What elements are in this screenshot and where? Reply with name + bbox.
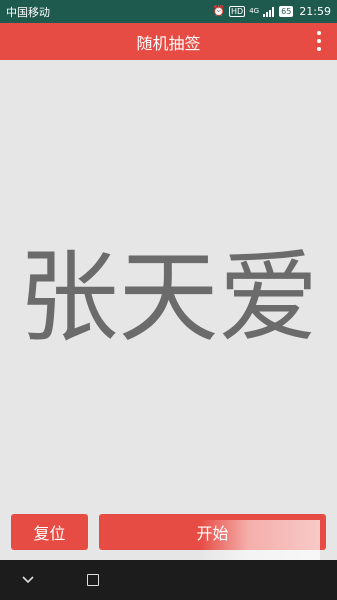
draw-result: 张天爱 [18, 239, 319, 356]
result-area: 张天爱 [0, 60, 337, 560]
status-bar: 中国移动 ⏰ HD 4G 65 21:59 [0, 0, 337, 23]
chevron-down-icon[interactable] [20, 572, 36, 588]
clock: 21:59 [299, 5, 331, 18]
navigation-bar [0, 560, 337, 600]
alarm-icon: ⏰ [212, 5, 226, 17]
hd-icon: HD [229, 6, 246, 17]
battery-icon: 65 [279, 6, 294, 17]
app-bar: 随机抽签 [0, 23, 337, 60]
carrier-label: 中国移动 [6, 5, 50, 19]
reset-button[interactable]: 复位 [11, 514, 88, 550]
start-button[interactable]: 开始 [99, 514, 326, 550]
more-vert-icon[interactable] [311, 29, 327, 53]
page-title: 随机抽签 [136, 33, 201, 53]
square-icon[interactable] [87, 574, 99, 586]
network-type-label: 4G [249, 7, 260, 15]
signal-icon [263, 6, 275, 17]
status-icons: ⏰ HD 4G 65 21:59 [213, 5, 331, 18]
